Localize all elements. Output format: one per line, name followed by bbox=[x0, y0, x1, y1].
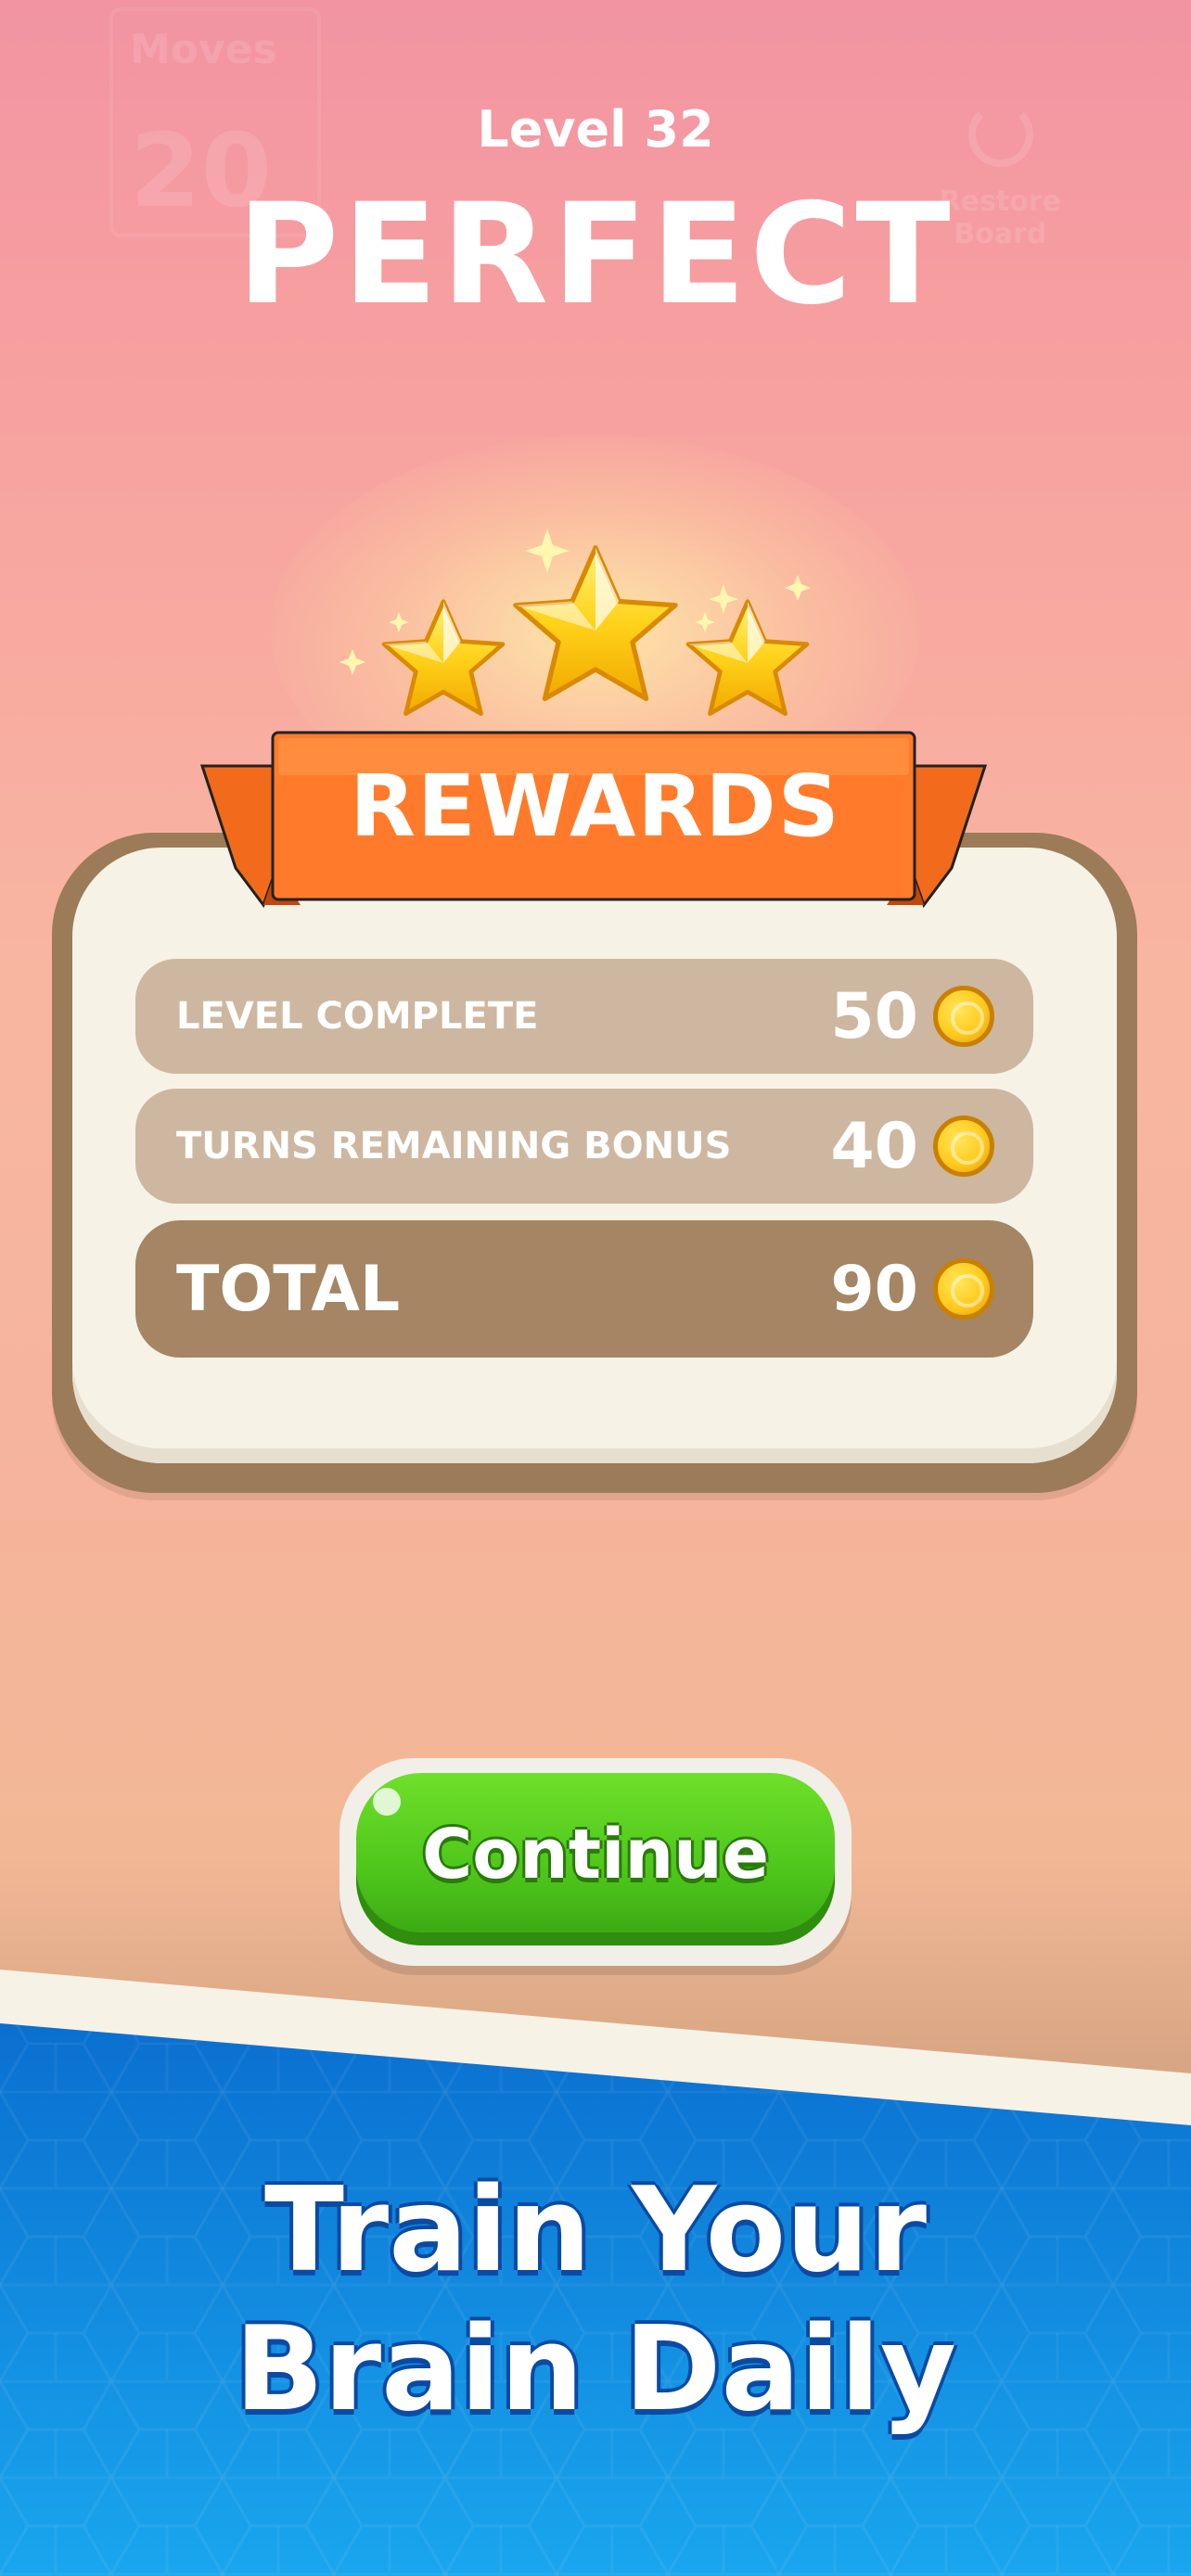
reward-row-label: LEVEL COMPLETE bbox=[176, 995, 539, 1038]
reward-row-value: 40 bbox=[830, 1110, 994, 1183]
total-label: TOTAL bbox=[176, 1252, 401, 1326]
moves-label-ghost: Moves bbox=[130, 26, 277, 73]
continue-button-label: Continue bbox=[421, 1815, 770, 1894]
star-rating bbox=[339, 529, 811, 716]
level-label: Level 32 bbox=[477, 100, 714, 159]
total-amount: 90 bbox=[830, 1252, 918, 1326]
coin-icon bbox=[933, 1258, 994, 1320]
total-value: 90 bbox=[830, 1253, 994, 1326]
reward-row-total: TOTAL 90 bbox=[135, 1220, 1033, 1358]
reward-row-turns-bonus: TURNS REMAINING BONUS 40 bbox=[135, 1089, 1033, 1204]
coin-icon bbox=[933, 986, 994, 1047]
reward-row-amount: 40 bbox=[830, 1109, 918, 1183]
reward-row-amount: 50 bbox=[830, 979, 918, 1053]
continue-button[interactable]: Continue bbox=[356, 1773, 835, 1945]
reward-row-level-complete: LEVEL COMPLETE 50 bbox=[135, 959, 1033, 1074]
rewards-title: REWARDS bbox=[350, 757, 841, 856]
reward-row-value: 50 bbox=[830, 980, 994, 1053]
star-icon bbox=[381, 599, 506, 716]
promo-line-2: Brain Daily bbox=[234, 2301, 957, 2437]
promo-line-1: Train Your bbox=[263, 2162, 928, 2298]
result-title: PERFECT bbox=[237, 174, 954, 336]
button-shine bbox=[373, 1788, 401, 1816]
star-icon bbox=[513, 545, 678, 702]
promo-tagline: Train Your Brain Daily bbox=[0, 2161, 1191, 2439]
reward-row-label: TURNS REMAINING BONUS bbox=[176, 1125, 732, 1167]
coin-icon bbox=[933, 1116, 994, 1177]
